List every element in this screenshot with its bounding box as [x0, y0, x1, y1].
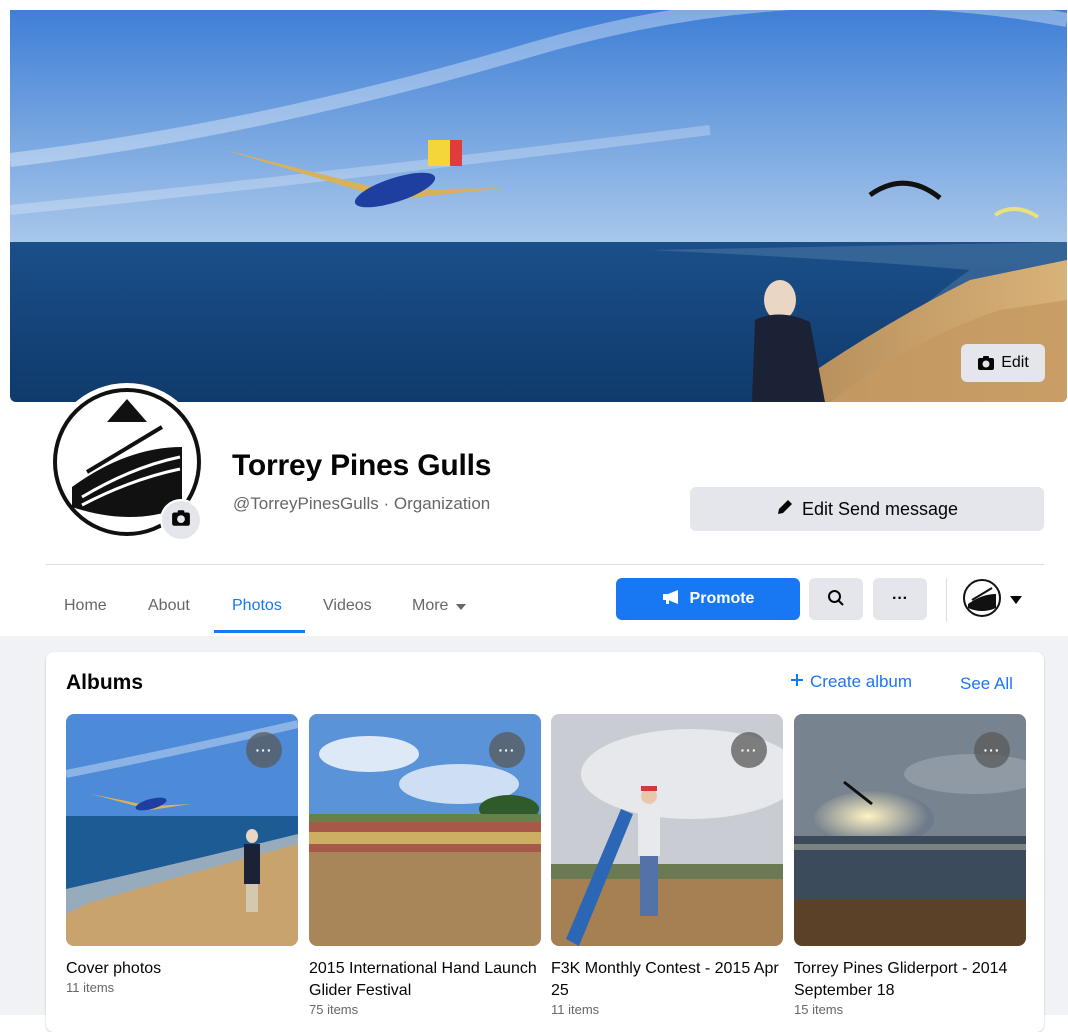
- create-album-label: Create album: [810, 672, 913, 691]
- page-subtitle: @TorreyPinesGulls · Organization: [233, 494, 491, 513]
- album-card[interactable]: ··· 2015 International Hand Launch Glide…: [309, 714, 541, 1018]
- plus-icon: [790, 672, 804, 692]
- album-name[interactable]: F3K Monthly Contest - 2015 Apr 25: [551, 958, 783, 1002]
- tab-photos[interactable]: Photos: [216, 578, 298, 634]
- tab-label: More: [412, 597, 449, 614]
- tab-label: Photos: [232, 597, 282, 614]
- promote-button[interactable]: Promote: [616, 578, 800, 620]
- album-thumbnail[interactable]: ···: [794, 714, 1026, 946]
- active-tab-indicator: [214, 630, 305, 633]
- update-avatar-button[interactable]: [160, 499, 202, 541]
- album-menu-button[interactable]: ···: [731, 732, 767, 768]
- tab-more[interactable]: More: [396, 578, 482, 634]
- album-menu-button[interactable]: ···: [974, 732, 1010, 768]
- album-count: 75 items: [309, 1002, 359, 1017]
- caret-down-icon: [456, 597, 467, 615]
- album-thumbnail[interactable]: ···: [309, 714, 541, 946]
- album-menu-button[interactable]: ···: [246, 732, 282, 768]
- album-count: 15 items: [794, 1002, 844, 1017]
- profile-avatar-icon: [962, 578, 1002, 623]
- albums-heading: Albums: [66, 671, 144, 694]
- tab-label: Videos: [323, 597, 372, 614]
- tab-home[interactable]: Home: [48, 578, 123, 634]
- search-button[interactable]: [809, 578, 863, 620]
- pencil-icon: [776, 498, 794, 521]
- search-icon: [827, 589, 845, 610]
- tab-label: Home: [64, 597, 107, 614]
- album-count: 11 items: [66, 980, 115, 995]
- camera-icon: [977, 355, 995, 371]
- edit-send-message-button[interactable]: Edit Send message: [690, 487, 1044, 531]
- toolbar-separator: [946, 578, 947, 622]
- see-all-link[interactable]: See All: [960, 674, 1013, 694]
- album-card[interactable]: ··· Cover photos 11 items: [66, 714, 298, 996]
- edit-send-message-label: Edit Send message: [801, 498, 959, 519]
- edit-cover-label: Edit: [1001, 354, 1029, 371]
- megaphone-icon: [662, 589, 682, 609]
- album-thumbnail[interactable]: ···: [66, 714, 298, 946]
- caret-down-icon: [1010, 591, 1022, 609]
- profile-switcher[interactable]: [962, 578, 1034, 622]
- edit-cover-button[interactable]: Edit: [961, 344, 1045, 382]
- header-divider: [46, 564, 1044, 565]
- more-options-label: ···: [892, 590, 908, 607]
- tab-about[interactable]: About: [132, 578, 206, 634]
- album-card[interactable]: ··· F3K Monthly Contest - 2015 Apr 25 11…: [551, 714, 783, 1018]
- album-count: 11 items: [551, 1002, 600, 1017]
- create-album-link[interactable]: Create album: [790, 672, 912, 692]
- album-name[interactable]: Cover photos: [66, 958, 298, 980]
- album-card[interactable]: ··· Torrey Pines Gliderport - 2014 Septe…: [794, 714, 1026, 1018]
- camera-icon: [171, 509, 191, 532]
- album-name[interactable]: Torrey Pines Gliderport - 2014 September…: [794, 958, 1026, 1002]
- tab-label: About: [148, 597, 190, 614]
- album-thumbnail[interactable]: ···: [551, 714, 783, 946]
- page-title: Torrey Pines Gulls: [232, 449, 492, 482]
- album-name[interactable]: 2015 International Hand Launch Glider Fe…: [309, 958, 541, 1002]
- album-menu-button[interactable]: ···: [489, 732, 525, 768]
- more-options-button[interactable]: ···: [873, 578, 927, 620]
- promote-label: Promote: [689, 590, 755, 607]
- tab-videos[interactable]: Videos: [307, 578, 388, 634]
- cover-photo[interactable]: Edit: [10, 10, 1067, 402]
